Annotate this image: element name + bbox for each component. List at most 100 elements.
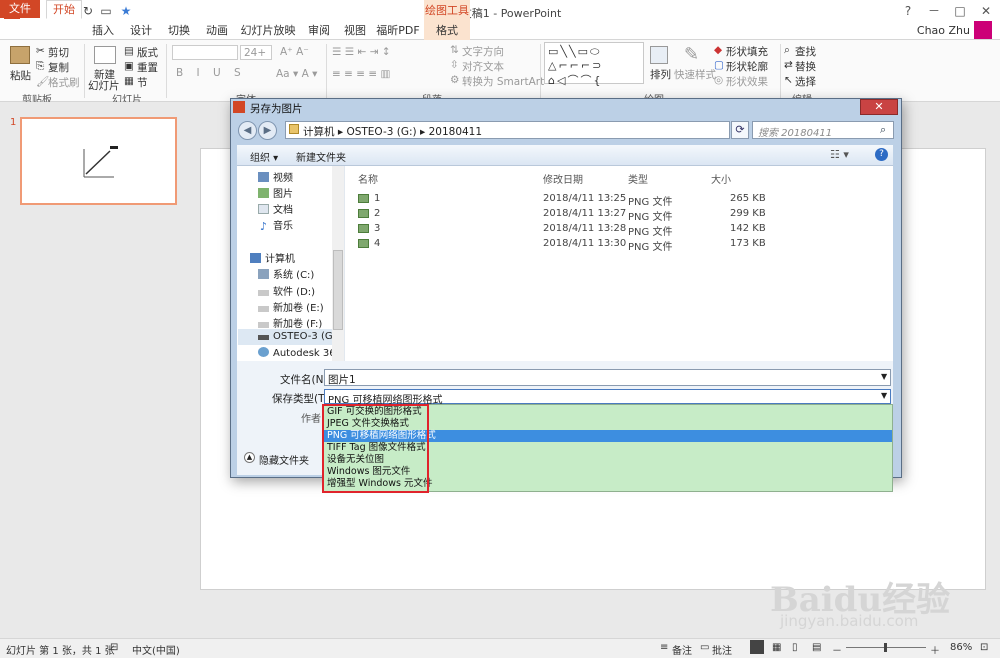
- tab-slideshow[interactable]: 幻灯片放映: [238, 22, 298, 40]
- arrange-icon[interactable]: [650, 46, 668, 64]
- select-icon[interactable]: ↖: [784, 74, 793, 86]
- slideshow-view-icon[interactable]: ▤: [812, 642, 821, 653]
- dialog-close-button[interactable]: ✕: [860, 99, 898, 115]
- list-buttons-icon[interactable]: ☰ ☰ ⇤ ⇥ ↕: [332, 46, 391, 58]
- nav-item-documents[interactable]: 文档: [258, 201, 293, 216]
- language-status[interactable]: 中文(中国): [132, 642, 180, 657]
- new-folder-button[interactable]: 新建文件夹: [296, 149, 346, 164]
- cut-button[interactable]: 剪切: [48, 45, 69, 60]
- notes-button[interactable]: 备注: [672, 642, 692, 657]
- nav-item-computer[interactable]: 计算机: [250, 250, 295, 265]
- shape-fill-button[interactable]: 形状填充: [726, 44, 768, 59]
- nav-item-drive-c[interactable]: 系统 (C:): [258, 266, 314, 281]
- font-style-buttons[interactable]: B I U S: [176, 67, 246, 79]
- slide-thumbnail[interactable]: [20, 117, 177, 205]
- help-button[interactable]: ?: [898, 2, 918, 20]
- shape-fill-icon[interactable]: ◆: [714, 44, 722, 56]
- slide-sorter-icon[interactable]: ▦: [772, 642, 781, 653]
- nav-item-drive-d[interactable]: 软件 (D:): [258, 283, 315, 298]
- nav-item-autodesk[interactable]: Autodesk 360: [258, 347, 342, 359]
- align-text-button[interactable]: 对齐文本: [462, 59, 504, 74]
- format-painter-button[interactable]: 格式刷: [48, 75, 80, 90]
- notes-icon[interactable]: ≡: [660, 642, 668, 653]
- breadcrumb[interactable]: 计算机 ▸ OSTEO-3 (G:) ▸ 20180411: [303, 124, 482, 139]
- paste-icon[interactable]: [10, 46, 30, 64]
- organize-button[interactable]: 组织 ▾: [250, 149, 278, 164]
- font-grow-icon[interactable]: A⁺ A⁻: [280, 46, 309, 58]
- minimize-button[interactable]: －: [924, 2, 944, 20]
- tab-format[interactable]: 格式: [424, 22, 470, 40]
- refresh-icon[interactable]: ⟳: [731, 121, 749, 139]
- nav-item-videos[interactable]: 视频: [258, 169, 293, 184]
- hide-folders-button[interactable]: 隐藏文件夹: [259, 452, 309, 467]
- reset-icon[interactable]: ▣: [124, 60, 134, 72]
- forward-icon[interactable]: ▶: [258, 121, 277, 140]
- find-icon[interactable]: ⌕: [784, 44, 790, 57]
- shape-effects-button[interactable]: 形状效果: [726, 74, 768, 89]
- nav-item-drive-e[interactable]: 新加卷 (E:): [258, 299, 324, 314]
- text-direction-button[interactable]: 文字方向: [462, 44, 504, 59]
- nav-item-music[interactable]: ♪ 音乐: [258, 217, 293, 232]
- cut-icon[interactable]: ✂: [36, 45, 45, 57]
- filename-dropdown-arrow-icon[interactable]: ▼: [881, 372, 887, 381]
- tab-transitions[interactable]: 切换: [162, 22, 196, 40]
- comments-button[interactable]: 批注: [712, 642, 732, 657]
- font-family-dropdown[interactable]: [172, 45, 238, 60]
- tab-home[interactable]: 开始: [46, 0, 82, 19]
- filename-input[interactable]: [324, 369, 891, 386]
- nav-item-drive-g[interactable]: OSTEO-3 (G:): [258, 331, 340, 342]
- copy-icon[interactable]: ⎘: [36, 60, 44, 73]
- fit-slide-icon[interactable]: ⊡: [980, 642, 988, 653]
- tab-animations[interactable]: 动画: [200, 22, 234, 40]
- quick-styles-button[interactable]: 快速样式: [674, 67, 716, 82]
- nav-scrollbar-thumb[interactable]: [333, 250, 343, 330]
- reset-button[interactable]: 重置: [137, 60, 158, 75]
- quick-styles-icon[interactable]: ✎: [684, 44, 699, 65]
- spellcheck-icon[interactable]: ⊟: [110, 642, 118, 653]
- tab-foxit-pdf[interactable]: 福昕PDF: [374, 22, 422, 40]
- smartart-icon[interactable]: ⚙: [450, 74, 459, 86]
- new-slide-icon[interactable]: [94, 46, 116, 64]
- file-name[interactable]: 1: [374, 193, 380, 204]
- tab-insert[interactable]: 插入: [86, 22, 120, 40]
- zoom-slider-thumb[interactable]: [884, 643, 887, 652]
- layout-icon[interactable]: ▤: [124, 45, 134, 57]
- restore-button[interactable]: □: [950, 2, 970, 20]
- tab-review[interactable]: 审阅: [302, 22, 336, 40]
- help-icon[interactable]: ?: [875, 148, 888, 161]
- shapes-gallery-icons[interactable]: ▭╲╲▭⬭ △⌐⌐⌐⊃ ⌂◁⌒⌒{: [548, 45, 603, 88]
- paste-button[interactable]: 粘贴: [10, 68, 31, 83]
- align-text-icon[interactable]: ⇳: [450, 59, 459, 71]
- avatar[interactable]: [974, 21, 992, 39]
- convert-smartart-button[interactable]: 转换为 SmartArt: [462, 74, 544, 89]
- back-icon[interactable]: ◀: [238, 121, 257, 140]
- select-button[interactable]: 选择: [795, 74, 816, 89]
- shape-outline-icon[interactable]: ▢: [714, 59, 724, 71]
- column-header-size[interactable]: 大小: [711, 171, 731, 186]
- text-direction-icon[interactable]: ⇅: [450, 44, 459, 56]
- filetype-dropdown-arrow-icon[interactable]: ▼: [881, 391, 887, 400]
- user-name[interactable]: Chao Zhu: [917, 24, 970, 37]
- view-options-icon[interactable]: ☷ ▾: [830, 148, 849, 161]
- column-header-type[interactable]: 类型: [628, 171, 648, 186]
- layout-button[interactable]: 版式: [137, 45, 158, 60]
- file-name[interactable]: 3: [374, 223, 380, 234]
- tab-view[interactable]: 视图: [338, 22, 372, 40]
- zoom-level[interactable]: 86%: [950, 642, 972, 653]
- column-header-date[interactable]: 修改日期: [543, 171, 583, 186]
- nav-item-pictures[interactable]: 图片: [258, 185, 293, 200]
- section-button[interactable]: 节: [137, 75, 148, 90]
- section-icon[interactable]: ▦: [124, 75, 134, 87]
- copy-button[interactable]: 复制: [48, 60, 69, 75]
- font-color-icon[interactable]: Aa ▾ A ▾: [276, 68, 317, 80]
- tab-file[interactable]: 文件: [0, 0, 40, 18]
- reading-view-icon[interactable]: ▯: [792, 642, 798, 653]
- arrange-button[interactable]: 排列: [650, 67, 671, 82]
- file-name[interactable]: 2: [374, 208, 380, 219]
- zoom-in-icon[interactable]: ＋: [930, 642, 940, 657]
- column-header-name[interactable]: 名称: [358, 171, 378, 186]
- replace-button[interactable]: 替换: [795, 59, 816, 74]
- nav-item-drive-f[interactable]: 新加卷 (F:): [258, 315, 322, 330]
- tab-design[interactable]: 设计: [124, 22, 158, 40]
- comments-icon[interactable]: ▭: [700, 642, 709, 653]
